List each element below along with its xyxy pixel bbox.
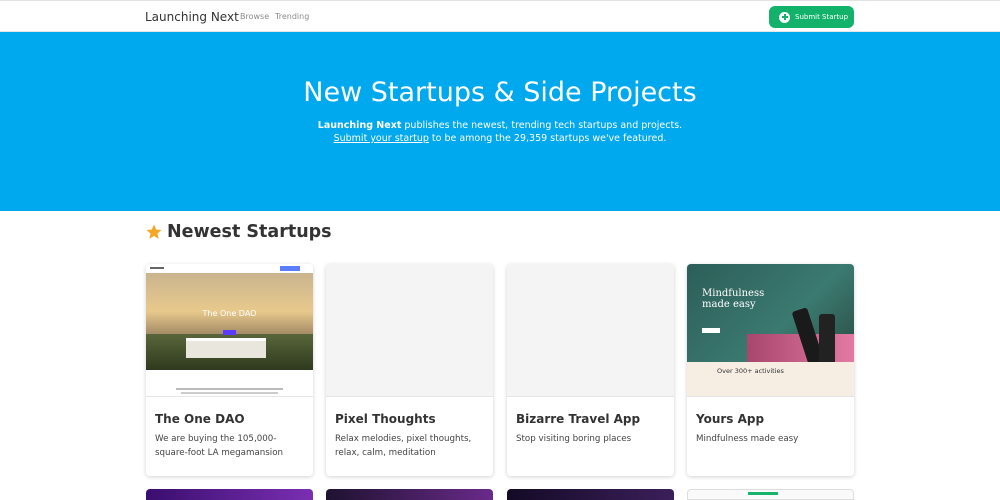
card-title[interactable]: The One DAO bbox=[155, 412, 245, 426]
thumbnail-heading-line2: made easy bbox=[702, 299, 756, 310]
card-description: Stop visiting boring places bbox=[516, 434, 632, 444]
thumbnail-heading: Mindfulness made easy bbox=[702, 288, 764, 310]
startup-card-peek[interactable] bbox=[687, 489, 854, 500]
startup-card[interactable]: Mindfulness made easy Over 300+ activitie… bbox=[687, 264, 854, 476]
star-icon bbox=[146, 224, 162, 239]
nav-link-trending[interactable]: Trending bbox=[275, 12, 309, 21]
hero-subtitle-line2: Submit your startup to be among the 29,3… bbox=[0, 133, 1000, 144]
startup-card-peek[interactable] bbox=[146, 489, 313, 500]
hero-subtitle-line1: Launching Next publishes the newest, tre… bbox=[0, 120, 1000, 131]
thumbnail-cta bbox=[223, 330, 236, 335]
card-thumbnail[interactable] bbox=[326, 264, 493, 397]
plus-circle-icon bbox=[779, 11, 790, 23]
startup-card[interactable]: Bizarre Travel App Stop visiting boring … bbox=[507, 264, 674, 476]
startup-card-peek[interactable] bbox=[326, 489, 493, 500]
card-title[interactable]: Pixel Thoughts bbox=[335, 412, 436, 426]
submit-your-startup-link[interactable]: Submit your startup bbox=[334, 133, 429, 144]
thumbnail-text-line bbox=[181, 392, 278, 394]
card-thumbnail[interactable]: The One DAO bbox=[146, 264, 313, 397]
card-description: We are buying the 105,000-square-foot LA… bbox=[155, 434, 284, 458]
nav-link-browse[interactable]: Browse bbox=[240, 12, 269, 21]
thumbnail-heading-line1: Mindfulness bbox=[702, 288, 765, 299]
card-thumbnail[interactable] bbox=[507, 264, 674, 397]
thumbnail-logo bbox=[150, 267, 164, 269]
card-description: Mindfulness made easy bbox=[696, 434, 799, 444]
card-thumbnail[interactable]: Mindfulness made easy Over 300+ activitie… bbox=[687, 264, 854, 397]
card-title[interactable]: Bizarre Travel App bbox=[516, 412, 640, 426]
thumbnail-nav bbox=[146, 264, 313, 273]
hero-banner: New Startups & Side Projects Launching N… bbox=[0, 32, 1000, 211]
startup-card[interactable]: The One DAO The One DAO We are buying th… bbox=[146, 264, 313, 476]
hero-line2-text: to be among the 29,359 startups we've fe… bbox=[428, 133, 667, 144]
navbar: Launching Next Browse Trending Submit St… bbox=[0, 0, 1000, 32]
brand-logo[interactable]: Launching Next bbox=[145, 10, 239, 24]
page: Launching Next Browse Trending Submit St… bbox=[0, 0, 1000, 500]
card-title[interactable]: Yours App bbox=[696, 412, 764, 426]
hero-line1-text: publishes the newest, trending tech star… bbox=[401, 120, 683, 131]
thumbnail-cta bbox=[702, 328, 720, 333]
submit-startup-label: Submit Startup bbox=[795, 13, 849, 21]
thumbnail-mansion bbox=[186, 338, 266, 358]
peek-accent-bar bbox=[748, 492, 778, 495]
thumbnail-headline: The One DAO bbox=[202, 309, 257, 318]
hero-brand-bold: Launching Next bbox=[317, 120, 402, 131]
startup-card-peek[interactable] bbox=[507, 489, 674, 500]
section-heading: Newest Startups bbox=[145, 222, 332, 242]
submit-startup-button[interactable]: Submit Startup bbox=[769, 6, 854, 28]
thumbnail-activity-count: Over 300+ activities bbox=[717, 367, 784, 375]
thumbnail-nav-button bbox=[280, 266, 300, 271]
thumbnail-text-line bbox=[176, 388, 283, 390]
section-title: Newest Startups bbox=[167, 222, 332, 242]
startup-card[interactable]: Pixel Thoughts Relax melodies, pixel tho… bbox=[326, 264, 493, 476]
card-description: Relax melodies, pixel thoughts, relax, c… bbox=[335, 434, 472, 458]
hero-title: New Startups & Side Projects bbox=[303, 77, 697, 108]
